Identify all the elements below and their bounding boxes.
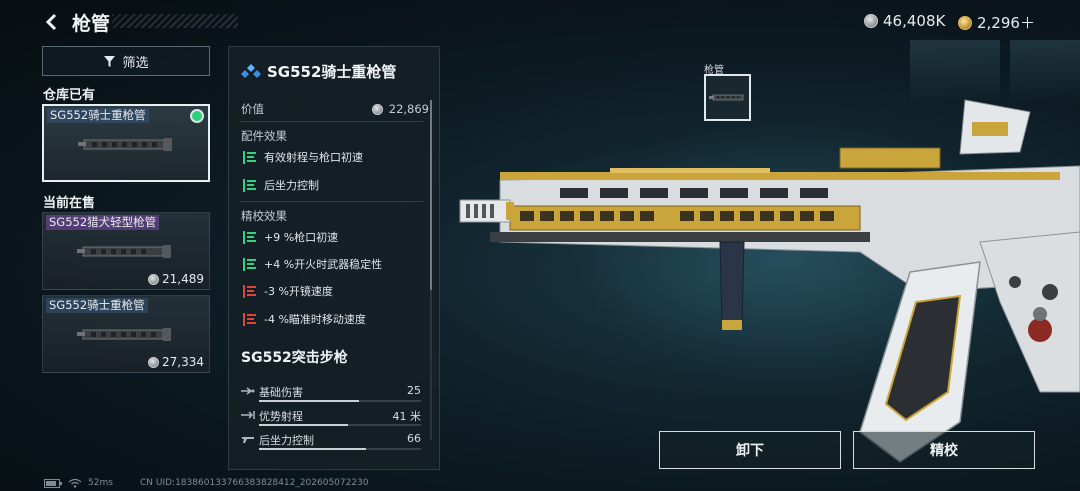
status-footer: 52ms CN UID:18386013376638382841​2_20260… [44,478,369,488]
tuning-effect: -4 %瞄准时移动速度 [243,311,366,327]
wifi-icon [68,478,82,488]
gun-name: SG552突击步枪 [241,350,348,366]
barrel-thumbnail-icon [77,245,171,258]
sale-item-card[interactable]: SG552猎犬轻型枪管 21,489 [42,212,210,290]
value-label: 价值 [241,102,264,116]
stat-bar [259,424,421,426]
background-light-panel [1010,40,1080,100]
effect-text: +9 %枪口初速 [264,231,339,244]
filter-label: 筛选 [122,55,149,71]
value-number: 22,869 [388,102,429,116]
item-price: 27,334 [148,355,204,369]
stat-bar [259,400,421,402]
item-name: SG552猎犬轻型枪管 [46,215,160,230]
detail-title: SG552骑士重枪管 [241,61,396,82]
negative-effect-icon [243,284,256,298]
positive-effect-icon [243,230,256,244]
back-button[interactable] [40,10,64,34]
detail-scrollbar[interactable] [430,100,432,440]
attachment-effects-title: 配件效果 [241,129,287,143]
effect-text: +4 %开火时武器稳定性 [264,258,383,271]
item-price: 21,489 [148,272,204,286]
sale-item-card[interactable]: SG552骑士重枪管 27,334 [42,295,210,373]
stat-name: 优势射程 [259,410,303,423]
unequip-button[interactable]: 卸下 [659,431,841,469]
gold-currency[interactable]: 2,296＋ [958,12,1035,33]
effect-text: 有效射程与枪口初速 [264,151,363,164]
value-row: 价值 22,869 [241,101,429,117]
stat-value: 66 [407,432,421,445]
attachment-effect: 后坐力控制 [243,177,319,193]
background-light-panel [910,40,1000,100]
negative-effect-icon [243,312,256,326]
barrel-thumbnail-icon [78,138,172,151]
stat-value: 41 米 [392,410,422,423]
positive-effect-icon [243,178,256,192]
barrel-thumbnail-icon [77,328,171,341]
stat-row: 基础伤害 25 [241,384,421,404]
gold-amount: 2,296＋ [977,14,1035,32]
effect-text: 后坐力控制 [264,179,319,192]
owned-section-title: 仓库已有 [43,88,96,103]
ping-value: 52ms [88,478,113,488]
detail-panel: SG552骑士重枪管 价值 22,869 配件效果 有效射程与枪口初速 后坐力控… [228,46,440,470]
divider [239,201,423,202]
stat-name: 后坐力控制 [259,434,314,447]
silver-amount: 46,408K [883,12,946,30]
tuning-effect: +9 %枪口初速 [243,229,338,245]
silver-coin-icon [864,14,878,28]
item-title: SG552骑士重枪管 [267,63,397,81]
battery-icon [44,478,62,488]
filter-button[interactable]: 筛选 [42,46,210,76]
tuning-effect: -3 %开镜速度 [243,283,333,299]
stat-row: 后坐力控制 66 [241,432,421,452]
on-sale-section-title: 当前在售 [43,196,96,211]
tuning-effect: +4 %开火时武器稳定性 [243,256,382,272]
silver-coin-icon [371,103,383,115]
tune-button[interactable]: 精校 [853,431,1035,469]
owned-indicator [192,111,202,121]
positive-effect-icon [243,257,256,271]
silver-coin-icon [148,356,159,368]
tuning-effects-title: 精校效果 [241,209,287,223]
effect-text: -3 %开镜速度 [264,285,333,298]
effect-text: -4 %瞄准时移动速度 [264,313,366,326]
stat-row: 优势射程 41 米 [241,408,421,428]
price-value: 27,334 [162,355,204,369]
item-name: SG552骑士重枪管 [47,108,149,123]
item-name: SG552骑士重枪管 [46,298,148,313]
divider [239,121,423,122]
title-decoration [112,14,238,28]
recoil-icon [242,437,254,443]
filter-icon [104,55,116,67]
price-value: 21,489 [162,272,204,286]
top-bar: 枪管 46,408K 2,296＋ [0,0,1080,44]
damage-icon [241,387,255,395]
value-amount: 22,869 [371,101,429,117]
stat-name: 基础伤害 [259,386,303,399]
range-icon [241,411,255,419]
rarity-diamond-icon [241,63,261,78]
silver-currency: 46,408K [864,12,945,30]
stat-bar [259,448,421,450]
page-title: 枪管 [72,13,111,35]
stat-value: 25 [407,384,421,397]
back-arrow-icon [45,13,57,31]
user-uid: CN UID:18386013376638382841​2_2026050722… [140,478,369,488]
owned-item-card[interactable]: SG552骑士重枪管 [42,104,210,182]
positive-effect-icon [243,150,256,164]
gold-coin-icon [958,15,972,30]
silver-coin-icon [148,273,159,285]
attachment-effect: 有效射程与枪口初速 [243,149,363,165]
